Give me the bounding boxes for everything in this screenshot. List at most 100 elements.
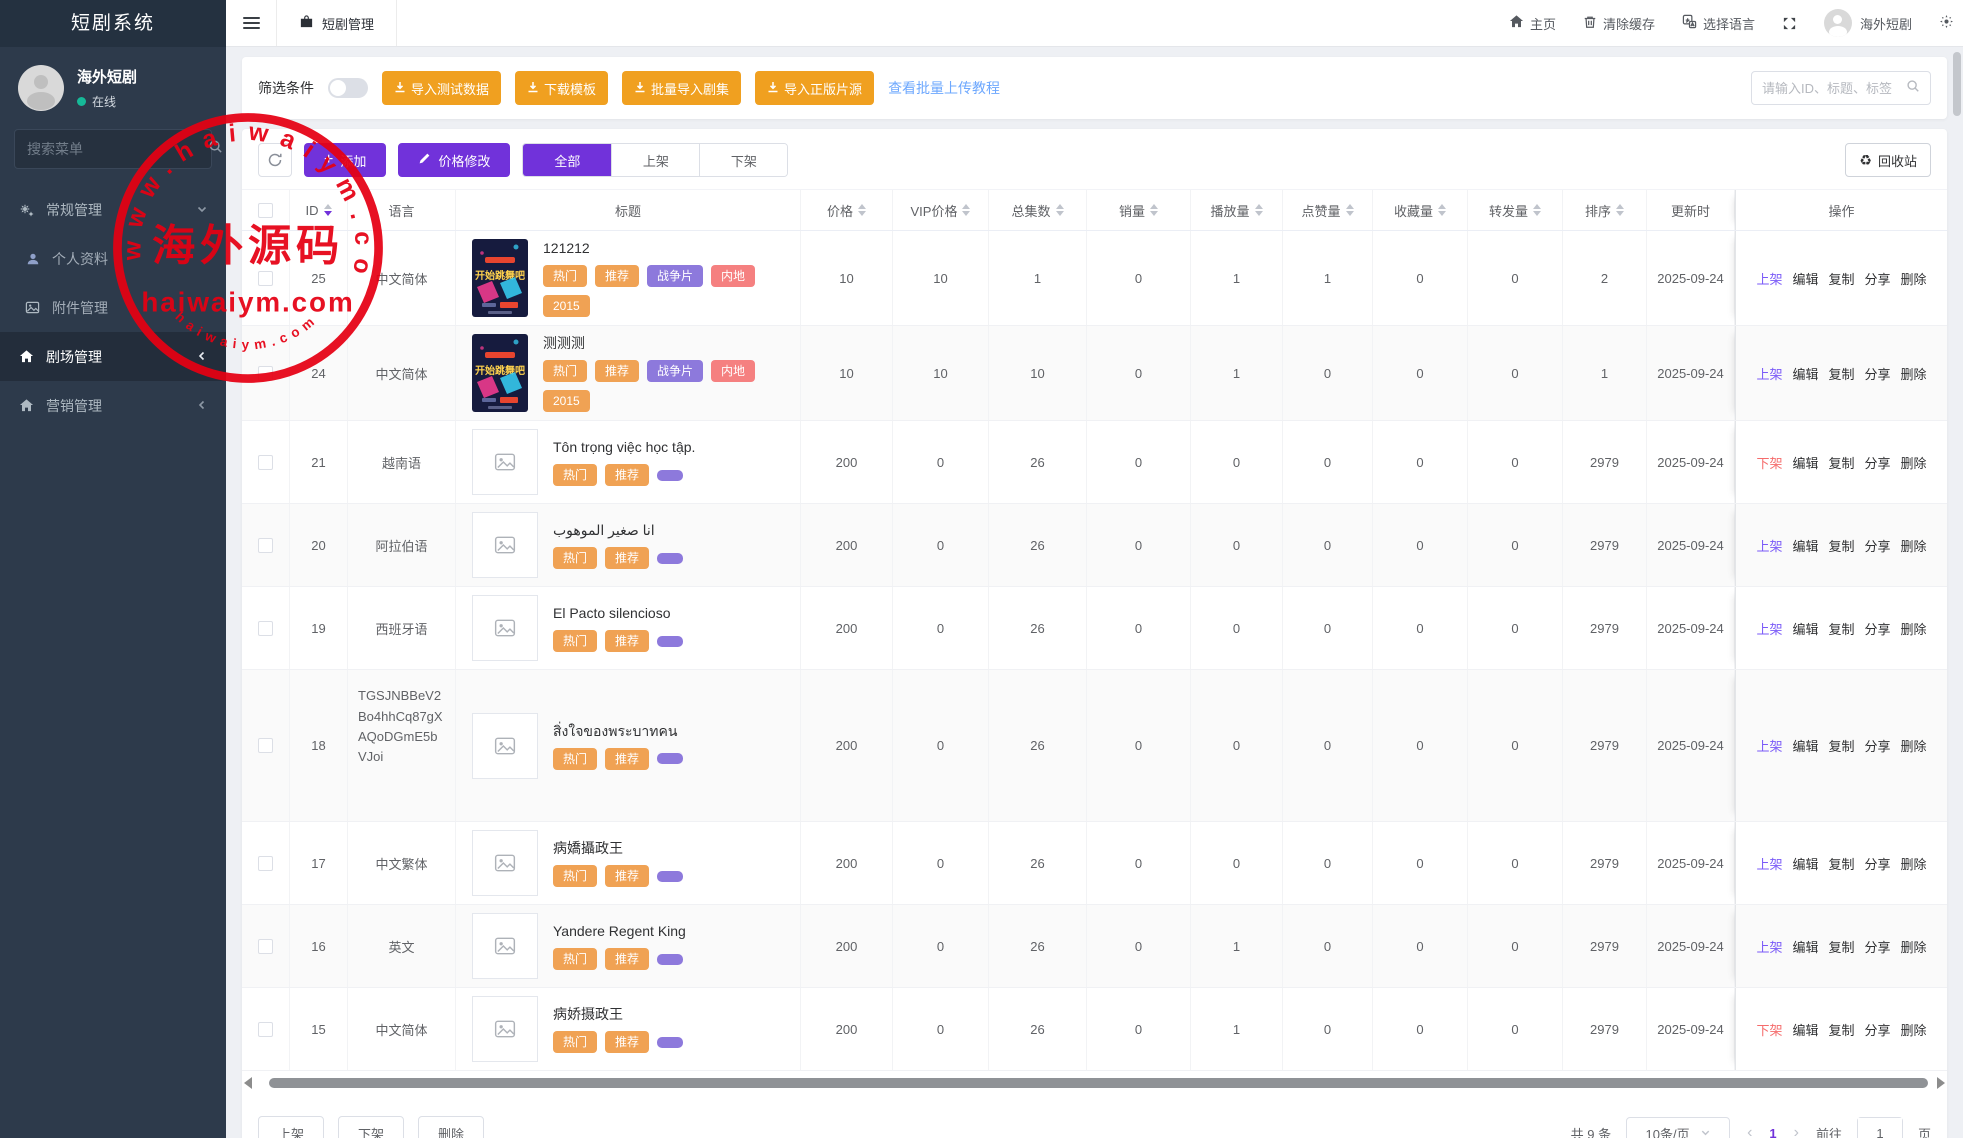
action-删除[interactable]: 删除 (1901, 736, 1927, 755)
action-上架[interactable]: 上架 (1756, 854, 1782, 873)
navbar-action-清除缓存[interactable]: 清除缓存 (1583, 14, 1655, 33)
sidebar-search-input[interactable] (27, 141, 208, 157)
scroll-left-arrow[interactable] (244, 1077, 252, 1090)
add-button[interactable]: + 添加 (304, 143, 387, 177)
navbar-user-menu[interactable]: 海外短剧 (1823, 9, 1912, 37)
sort-icons[interactable] (1150, 204, 1158, 216)
sort-desc-icon[interactable] (1533, 211, 1541, 216)
status-tab-上架[interactable]: 上架 (611, 144, 700, 176)
action-复制[interactable]: 复制 (1828, 269, 1854, 288)
gear-icon[interactable] (1939, 14, 1953, 32)
sort-desc-icon[interactable] (1345, 211, 1354, 216)
sort-asc-icon[interactable] (1616, 204, 1624, 209)
sidebar-toggle-button[interactable] (226, 0, 276, 46)
sort-desc-icon[interactable] (1150, 211, 1158, 216)
column-header-vip[interactable]: VIP价格 (893, 190, 989, 230)
action-上架[interactable]: 上架 (1756, 736, 1782, 755)
action-复制[interactable]: 复制 (1828, 937, 1854, 956)
import-button-导入正版片源[interactable]: 导入正版片源 (755, 71, 875, 105)
goto-page-input-box[interactable] (1856, 1117, 1903, 1138)
select-all-checkbox[interactable] (258, 202, 273, 218)
sort-desc-icon[interactable] (1616, 211, 1624, 216)
sort-asc-icon[interactable] (1438, 204, 1446, 209)
row-checkbox[interactable] (258, 938, 273, 954)
column-header-id[interactable]: ID (290, 190, 348, 230)
filter-toggle[interactable] (328, 78, 368, 98)
action-复制[interactable]: 复制 (1828, 619, 1854, 638)
action-分享[interactable]: 分享 (1865, 453, 1891, 472)
action-编辑[interactable]: 编辑 (1792, 364, 1818, 383)
action-上架[interactable]: 上架 (1756, 364, 1782, 383)
batch-upload-tutorial-link[interactable]: 查看批量上传教程 (888, 78, 1000, 98)
sidebar-item-个人资料[interactable]: 个人资料 (0, 234, 226, 283)
row-checkbox[interactable] (258, 365, 273, 381)
action-分享[interactable]: 分享 (1865, 536, 1891, 555)
action-复制[interactable]: 复制 (1828, 1020, 1854, 1039)
action-复制[interactable]: 复制 (1828, 536, 1854, 555)
sort-desc-icon[interactable] (858, 211, 866, 216)
sort-icons[interactable] (1533, 204, 1541, 216)
current-page[interactable]: 1 (1769, 1126, 1776, 1138)
action-分享[interactable]: 分享 (1865, 269, 1891, 288)
action-编辑[interactable]: 编辑 (1792, 269, 1818, 288)
sort-asc-icon[interactable] (1055, 204, 1064, 209)
column-header-favs[interactable]: 收藏量 (1373, 190, 1468, 230)
action-删除[interactable]: 删除 (1901, 453, 1927, 472)
sort-desc-icon[interactable] (1055, 211, 1064, 216)
sort-asc-icon[interactable] (1254, 204, 1263, 209)
action-分享[interactable]: 分享 (1865, 1020, 1891, 1039)
scroll-right-arrow[interactable] (1937, 1077, 1945, 1090)
column-header-plays[interactable]: 播放量 (1191, 190, 1283, 230)
action-编辑[interactable]: 编辑 (1792, 619, 1818, 638)
action-删除[interactable]: 删除 (1901, 1020, 1927, 1039)
action-分享[interactable]: 分享 (1865, 937, 1891, 956)
action-编辑[interactable]: 编辑 (1792, 736, 1818, 755)
action-下架[interactable]: 下架 (1756, 453, 1782, 472)
action-删除[interactable]: 删除 (1901, 364, 1927, 383)
sort-icons[interactable] (323, 204, 332, 216)
sort-asc-icon[interactable] (1345, 204, 1354, 209)
horizontal-scrollbar[interactable] (244, 1076, 1945, 1090)
sort-desc-icon[interactable] (962, 211, 971, 216)
prev-page-button[interactable]: ‹ (1745, 1124, 1754, 1138)
row-checkbox[interactable] (258, 1021, 273, 1037)
action-复制[interactable]: 复制 (1828, 453, 1854, 472)
navbar-action-主页[interactable]: 主页 (1509, 14, 1556, 33)
action-上架[interactable]: 上架 (1756, 269, 1782, 288)
scrollbar-track[interactable] (255, 1077, 1934, 1089)
action-删除[interactable]: 删除 (1901, 269, 1927, 288)
table-search-box[interactable] (1751, 71, 1931, 105)
sort-icons[interactable] (1345, 204, 1354, 216)
action-分享[interactable]: 分享 (1865, 736, 1891, 755)
action-上架[interactable]: 上架 (1756, 937, 1782, 956)
action-上架[interactable]: 上架 (1756, 536, 1782, 555)
action-删除[interactable]: 删除 (1901, 619, 1927, 638)
column-header-price[interactable]: 价格 (801, 190, 893, 230)
scrollbar-thumb[interactable] (269, 1078, 1928, 1089)
sort-asc-icon[interactable] (1533, 204, 1541, 209)
row-checkbox[interactable] (258, 855, 273, 871)
page-scrollbar-thumb[interactable] (1953, 52, 1961, 116)
table-search-input[interactable] (1762, 80, 1906, 96)
recycle-bin-button[interactable]: ♻ 回收站 (1845, 143, 1931, 177)
sort-asc-icon[interactable] (962, 204, 971, 209)
column-header-eps[interactable]: 总集数 (989, 190, 1087, 230)
action-分享[interactable]: 分享 (1865, 854, 1891, 873)
status-tab-全部[interactable]: 全部 (523, 144, 612, 176)
sort-desc-icon[interactable] (1254, 211, 1263, 216)
sidebar-search[interactable] (14, 129, 222, 169)
action-分享[interactable]: 分享 (1865, 364, 1891, 383)
sidebar-item-常规管理[interactable]: 常规管理 (0, 185, 226, 234)
action-复制[interactable]: 复制 (1828, 854, 1854, 873)
sort-icons[interactable] (962, 204, 971, 216)
goto-page-input[interactable] (1857, 1118, 1902, 1138)
import-button-批量导入剧集[interactable]: 批量导入剧集 (622, 71, 742, 105)
sort-icons[interactable] (1438, 204, 1446, 216)
next-page-button[interactable]: › (1792, 1124, 1801, 1138)
import-button-下载模板[interactable]: 下载模板 (515, 71, 609, 105)
action-编辑[interactable]: 编辑 (1792, 536, 1818, 555)
row-checkbox[interactable] (258, 738, 273, 754)
column-header-sort[interactable]: 排序 (1563, 190, 1647, 230)
tab-short-drama-management[interactable]: 短剧管理 (276, 0, 398, 46)
sort-icons[interactable] (858, 204, 866, 216)
